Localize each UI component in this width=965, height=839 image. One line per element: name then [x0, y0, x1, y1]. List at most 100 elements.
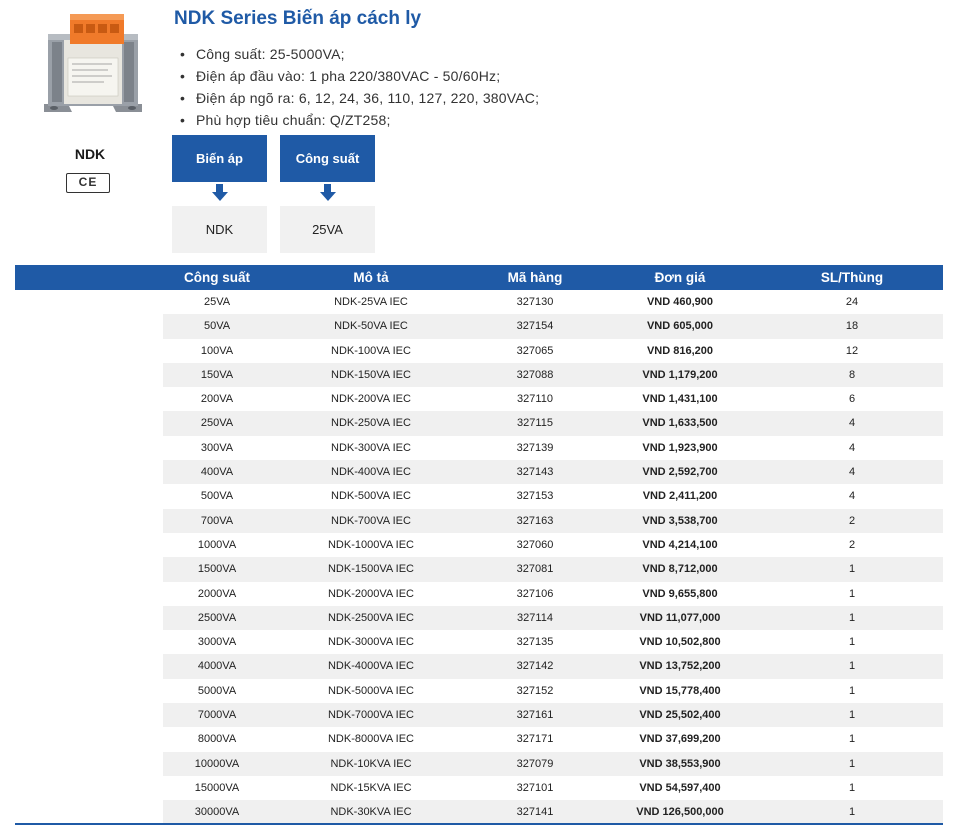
cell-item-code: 327139: [516, 441, 554, 454]
cell-qty-per-box: 1: [848, 757, 856, 770]
selector-value[interactable]: 25VA: [280, 206, 375, 253]
selector-label[interactable]: Công suất: [280, 135, 375, 182]
cell-power: 100VA: [200, 344, 234, 357]
feature-item: Công suất: 25-5000VA;: [180, 43, 539, 65]
cell-qty-per-box: 1: [848, 781, 856, 794]
column-header-unit-price: Đơn giá: [654, 270, 706, 285]
cell-qty-per-box: 6: [848, 393, 856, 406]
cell-power: 50VA: [203, 320, 231, 333]
cell-unit-price: VND 15,778,400: [639, 684, 721, 697]
cell-item-code: 327143: [516, 466, 554, 479]
cell-qty-per-box: 1: [848, 733, 856, 746]
cell-item-code: 327141: [516, 806, 554, 819]
cell-power: 25VA: [203, 296, 231, 308]
table-row: 5000VA NDK-5000VA IEC 327152 VND 15,778,400…: [15, 678, 943, 704]
cell-power: 3000VA: [197, 636, 237, 649]
cell-item-code: 327110: [517, 393, 553, 406]
cell-unit-price: VND 37,699,200: [639, 733, 721, 746]
cell-power: 400VA: [200, 466, 234, 479]
cell-description: NDK-50VA IEC: [334, 320, 408, 333]
feature-item: Phù hợp tiêu chuẩn: Q/ZT258;: [180, 109, 539, 131]
cell-unit-price: VND 2,592,700: [642, 466, 718, 479]
cell-description: NDK-15KVA IEC: [330, 781, 412, 794]
cell-description: NDK-400VA IEC: [331, 466, 411, 479]
cell-qty-per-box: 1: [848, 563, 856, 576]
cell-description: NDK-1500VA IEC: [327, 563, 414, 576]
cell-unit-price: VND 2,411,200: [642, 490, 718, 503]
cell-description: NDK-7000VA IEC: [327, 709, 414, 722]
cell-unit-price: VND 8,712,000: [642, 563, 718, 576]
price-table: Công suất Mô tả Mã hàng Đơn giá SL/Thùng…: [15, 265, 943, 825]
cell-description: NDK-1000VA IEC: [327, 538, 414, 551]
cell-power: 7000VA: [197, 709, 237, 722]
table-row: 25VA NDK-25VA IEC 327130 VND 460,900 24: [15, 290, 943, 315]
cell-item-code: 327065: [516, 344, 554, 357]
table-row: 500VA NDK-500VA IEC 327153 VND 2,411,200 4: [15, 484, 943, 509]
cell-unit-price: VND 25,502,400: [639, 709, 721, 722]
cell-unit-price: VND 13,752,200: [639, 660, 721, 673]
selector-transformer[interactable]: Biến áp NDK: [172, 135, 267, 253]
table-row: 300VA NDK-300VA IEC 327139 VND 1,923,900 4: [15, 435, 943, 461]
cell-power: 30000VA: [194, 806, 240, 819]
cell-item-code: 327171: [516, 733, 554, 746]
cell-power: 700VA: [200, 514, 234, 527]
cell-unit-price: VND 9,655,800: [642, 587, 718, 600]
arrow-down-icon: [172, 182, 267, 206]
cell-description: NDK-100VA IEC: [331, 344, 411, 357]
cell-description: NDK-2000VA IEC: [327, 587, 414, 600]
cell-description: NDK-8000VA IEC: [327, 733, 414, 746]
arrow-down-icon: [280, 182, 375, 206]
table-row: 2000VA NDK-2000VA IEC 327106 VND 9,655,800 1: [15, 581, 943, 606]
cell-qty-per-box: 4: [848, 441, 856, 454]
cell-power: 2000VA: [197, 587, 237, 600]
cell-description: NDK-2500VA IEC: [327, 611, 414, 624]
column-header-description: Mô tả: [353, 270, 389, 285]
column-header-item-code: Mã hàng: [507, 270, 563, 285]
cell-qty-per-box: 1: [848, 660, 856, 673]
cell-qty-per-box: 18: [845, 320, 859, 333]
table-bottom-rule: [15, 823, 943, 825]
cell-qty-per-box: 1: [848, 587, 856, 600]
cell-power: 5000VA: [197, 684, 237, 697]
feature-list: Công suất: 25-5000VA; Điện áp đầu vào: 1…: [180, 43, 539, 131]
table-row: 4000VA NDK-4000VA IEC 327142 VND 13,752,200…: [15, 654, 943, 679]
cell-power: 150VA: [200, 368, 234, 381]
cell-description: NDK-250VA IEC: [331, 417, 411, 430]
cell-item-code: 327114: [517, 611, 553, 624]
table-row: 700VA NDK-700VA IEC 327163 VND 3,538,700 2: [15, 508, 943, 533]
cell-description: NDK-150VA IEC: [331, 368, 411, 381]
cell-unit-price: VND 3,538,700: [642, 514, 718, 527]
cell-power: 1500VA: [197, 563, 237, 576]
selector-power[interactable]: Công suất 25VA: [280, 135, 375, 253]
series-title: NDK Series Biến áp cách ly: [174, 8, 422, 29]
cell-description: NDK-700VA IEC: [331, 514, 411, 527]
table-row: 1000VA NDK-1000VA IEC 327060 VND 4,214,100 2: [15, 532, 943, 558]
table-row: 8000VA NDK-8000VA IEC 327171 VND 37,699,200…: [15, 727, 943, 752]
cell-power: 200VA: [200, 393, 234, 406]
selector-value[interactable]: NDK: [172, 206, 267, 253]
cell-description: NDK-30KVA IEC: [330, 806, 412, 819]
cell-qty-per-box: 12: [845, 344, 859, 357]
cell-qty-per-box: 4: [848, 417, 856, 430]
table-row: 400VA NDK-400VA IEC 327143 VND 2,592,700 4: [15, 460, 943, 485]
table-row: 1500VA NDK-1500VA IEC 327081 VND 8,712,000 1: [15, 557, 943, 582]
cell-item-code: 327135: [516, 636, 554, 649]
cell-item-code: 327115: [517, 417, 553, 430]
cell-unit-price: VND 4,214,100: [642, 538, 718, 551]
cell-qty-per-box: 2: [848, 514, 856, 527]
cell-qty-per-box: 1: [848, 806, 856, 819]
cell-item-code: 327153: [516, 490, 554, 503]
cell-unit-price: VND 1,633,500: [642, 417, 718, 430]
cell-unit-price: VND 11,077,000: [639, 611, 721, 624]
cell-power: 4000VA: [197, 660, 237, 673]
cell-unit-price: VND 1,179,200: [642, 368, 718, 381]
cell-item-code: 327101: [516, 781, 554, 794]
cell-item-code: 327154: [516, 320, 554, 333]
cell-unit-price: VND 126,500,000: [636, 806, 724, 819]
table-row: 7000VA NDK-7000VA IEC 327161 VND 25,502,400…: [15, 703, 943, 728]
cell-power: 300VA: [200, 441, 234, 454]
selector-label[interactable]: Biến áp: [172, 135, 267, 182]
cell-item-code: 327060: [516, 538, 554, 551]
cell-qty-per-box: 8: [848, 368, 856, 381]
table-row: 30000VA NDK-30KVA IEC 327141 VND 126,500,00…: [15, 800, 943, 825]
